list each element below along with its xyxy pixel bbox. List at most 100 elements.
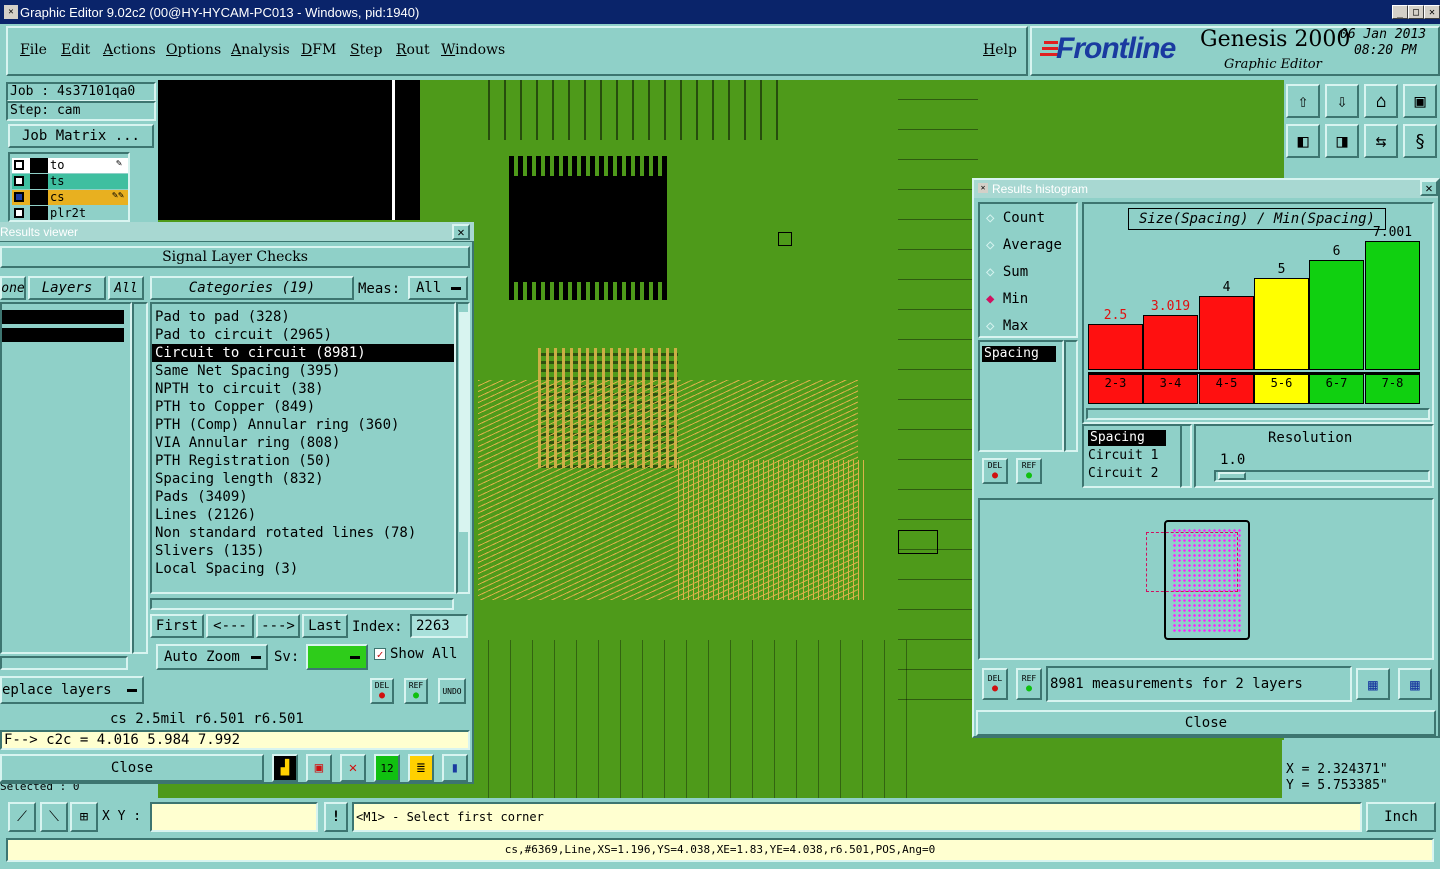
mode-count-radio[interactable]: ◇ Count [986,210,1045,226]
menu-dfm[interactable]: DFM [301,42,336,58]
mode-max-radio[interactable]: ◇ Max [986,318,1028,334]
undo-button[interactable]: UNDO [438,678,466,704]
histogram-close-button[interactable]: Close [976,710,1436,736]
tab-layers[interactable]: Layers [28,276,106,300]
legend-item-circuit1[interactable]: Circuit 1 [1088,448,1158,463]
categories-hscrollbar[interactable] [150,598,454,610]
tool-window-icon[interactable]: ▣ [1403,84,1437,118]
del-button[interactable]: DEL ● [370,678,394,704]
tool-swap-icon[interactable]: ⇆ [1364,124,1398,158]
results-viewer-close-icon[interactable]: ✕ [452,224,470,240]
category-item[interactable]: NPTH to circuit (38) [152,380,454,398]
resolution-slider[interactable] [1214,470,1430,482]
units-dropdown[interactable]: Inch [1366,802,1436,832]
layer-list-row-selected[interactable] [2,328,124,342]
histogram-bin-label[interactable]: 6-7 [1309,374,1364,404]
category-item[interactable]: Pad to pad (328) [152,308,454,326]
categories-scrollbar-thumb[interactable] [459,312,468,532]
tool-load-icon[interactable]: ⇩ [1325,84,1359,118]
menu-options[interactable]: Options [166,42,221,58]
results-viewer-close-button[interactable]: Close [0,754,264,782]
tool-home-icon[interactable]: ⌂ [1364,84,1398,118]
layer-row-cs[interactable]: cs ✎✎ [12,190,128,205]
histogram-bin-label[interactable]: 3-4 [1143,374,1198,404]
field-item-spacing[interactable]: Spacing [982,346,1056,362]
job-matrix-button[interactable]: Job Matrix ... [8,124,154,148]
histogram-bar[interactable] [1143,315,1198,370]
menu-actions[interactable]: Actions [103,42,156,58]
histogram-bin-label[interactable]: 7-8 [1365,374,1420,404]
layer-row-ts[interactable]: ts [12,174,128,189]
last-button[interactable]: Last [302,614,348,638]
tab-one[interactable]: one [0,276,26,300]
category-item[interactable]: PTH Registration (50) [152,452,454,470]
category-item[interactable]: Non standard rotated lines (78) [152,524,454,542]
category-item-selected[interactable]: Circuit to circuit (8981) [152,344,454,362]
category-item[interactable]: Local Spacing (3) [152,560,454,578]
first-button[interactable]: First [150,614,204,638]
close-window-button[interactable]: ✕ [1424,5,1440,19]
preview-ref-button[interactable]: REF ● [1016,668,1042,700]
legend-item-spacing[interactable]: Spacing [1088,430,1166,446]
category-item[interactable]: Same Net Spacing (395) [152,362,454,380]
menu-edit[interactable]: Edit [61,42,90,58]
minimize-button[interactable]: _ [1392,5,1408,19]
menu-file[interactable]: File [20,42,47,58]
maximize-button[interactable]: □ [1408,5,1424,19]
layers-list-hscrollbar[interactable] [0,656,128,670]
grid-icon[interactable]: ⊞ [70,802,98,832]
layers-list[interactable] [0,302,132,654]
category-item[interactable]: PTH (Comp) Annular ring (360) [152,416,454,434]
menu-help[interactable]: Help [983,42,1017,58]
mode-min-radio[interactable]: ◆ Min [986,291,1028,307]
histogram-zoom-icon[interactable]: ▦ [1356,668,1390,700]
categories-scrollbar[interactable] [456,302,470,594]
tool-pan-left-icon[interactable]: ◧ [1286,124,1320,158]
layer-checkbox[interactable] [14,160,24,170]
legend-item-circuit2[interactable]: Circuit 2 [1088,466,1158,481]
histogram-del-button[interactable]: DEL ● [982,458,1008,484]
alert-icon[interactable]: ! [324,802,348,832]
measure-icon[interactable]: ⟍ [40,802,68,832]
layer-row-plr2t[interactable]: plr2t [12,206,128,220]
histogram-bin-label[interactable]: 4-5 [1199,374,1254,404]
tool-route-icon[interactable]: § [1403,124,1437,158]
category-item[interactable]: Lines (2126) [152,506,454,524]
ref-button[interactable]: REF ● [404,678,428,704]
tool-save-icon[interactable]: ⇧ [1286,84,1320,118]
highlight-icon[interactable]: ▟ [272,754,298,782]
layer-checkbox[interactable] [14,176,24,186]
replace-layers-dropdown[interactable]: eplace layers [0,676,144,704]
menu-windows[interactable]: Windows [441,42,505,58]
meas-dropdown[interactable]: All [408,276,468,300]
category-item[interactable]: Pad to circuit (2965) [152,326,454,344]
histogram-icon[interactable]: ▮ [442,754,468,782]
report-icon[interactable]: ▣ [306,754,332,782]
mode-average-radio[interactable]: ◇ Average [986,237,1062,253]
resolution-slider-handle[interactable] [1218,472,1246,480]
preview-del-button[interactable]: DEL ● [982,668,1008,700]
notes-icon[interactable]: ≣ [408,754,434,782]
snap-icon[interactable]: ⟋ [8,802,36,832]
mode-sum-radio[interactable]: ◇ Sum [986,264,1028,280]
chart-hscrollbar[interactable] [1086,408,1430,420]
menu-step[interactable]: Step [350,42,382,58]
next-button[interactable]: ---> [256,614,300,638]
histogram-bar[interactable] [1199,296,1254,370]
prev-button[interactable]: <--- [206,614,254,638]
show-all-checkbox[interactable]: ✓ [374,648,386,660]
histogram-bar[interactable] [1365,241,1420,370]
category-item[interactable]: VIA Annular ring (808) [152,434,454,452]
tab-categories[interactable]: Categories (19) [150,276,354,300]
categories-list[interactable]: Pad to pad (328) Pad to circuit (2965) C… [150,302,456,594]
histogram-close-icon[interactable]: ✕ [1420,180,1438,196]
category-item[interactable]: Pads (3409) [152,488,454,506]
number-icon[interactable]: 12 [374,754,400,782]
layer-checkbox[interactable] [14,208,24,218]
tab-all-layers[interactable]: All [108,276,144,300]
index-input[interactable]: 2263 [410,614,468,638]
histogram-bar[interactable] [1254,278,1309,370]
xy-input[interactable] [150,802,318,832]
legend-scrollbar[interactable] [1180,424,1192,488]
histogram-bar[interactable] [1088,324,1143,370]
